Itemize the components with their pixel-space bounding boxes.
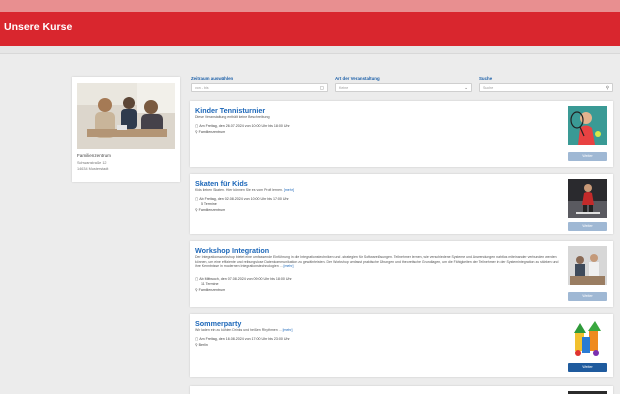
event-type-placeholder: Keine (339, 86, 349, 90)
page-title: Unsere Kurse (4, 21, 73, 33)
organizer-city: 14634 Musterstadt (77, 167, 109, 171)
course-image (568, 106, 607, 145)
calendar-icon: ▢ (195, 124, 199, 128)
organizer-card: Familienzentrum Schwanstraße 12 14634 Mu… (72, 77, 180, 182)
course-description: Der Integrationsworkshop bietet eine umf… (195, 255, 559, 268)
date-range-placeholder: von - bis (195, 86, 209, 90)
course-card: Skaten für Kids Kids lieben Skaten. Hier… (190, 174, 613, 234)
location-pin-icon: ⚲ (195, 208, 198, 212)
course-image (568, 246, 607, 285)
location-pin-icon: ⚲ (195, 130, 198, 134)
search-icon[interactable]: ⚲ (606, 85, 609, 91)
course-title[interactable]: Sommerparty (195, 319, 241, 328)
weiter-button[interactable]: Weiter (568, 152, 607, 161)
organizer-street: Schwanstraße 12 (77, 161, 107, 165)
date-range-input[interactable]: von - bis ▢ (191, 83, 328, 92)
calendar-icon: ▢ (195, 197, 199, 201)
course-title[interactable]: Skaten für Kids (195, 179, 248, 188)
more-link[interactable]: [mehr] (284, 264, 294, 268)
course-count: 5 Termine (201, 202, 217, 206)
page-header: Unsere Kurse (0, 12, 620, 46)
course-description: Wir laden ein zu kühlen Drinks und heiße… (195, 328, 293, 332)
zeitraum-label: Zeitraum auswählen (191, 76, 234, 81)
course-card: Sommerparty Wir laden ein zu kühlen Drin… (190, 314, 613, 377)
weiter-button[interactable]: Weiter (568, 292, 607, 301)
more-link[interactable]: [mehr] (284, 188, 294, 192)
course-date: ▢ Am Freitag, den 16.08.2024 von 17:00 U… (195, 337, 290, 341)
organizer-name: Familienzentrum (77, 153, 111, 158)
organizer-photo (77, 83, 175, 149)
course-description: Diese Veranstaltung enthält keine Beschr… (195, 115, 270, 119)
art-label: Art der Veranstaltung (335, 76, 380, 81)
more-link[interactable]: [mehr] (283, 328, 293, 332)
course-location: ⚲ Familienzentrum (195, 130, 226, 134)
course-image (568, 179, 607, 218)
weiter-button[interactable]: Weiter (568, 363, 607, 372)
course-location: ⚲ Berlin (195, 343, 208, 347)
course-title[interactable]: Workshop Integration (195, 246, 269, 255)
search-placeholder: Suche (483, 86, 494, 90)
course-date: ▢ Am Freitag, den 26.07.2024 von 10:00 U… (195, 124, 290, 128)
weiter-button[interactable]: Weiter (568, 222, 607, 231)
course-count: 11 Termine (201, 282, 219, 286)
course-card: Workshop Integration Der Integrationswor… (190, 241, 613, 307)
calendar-icon: ▢ (195, 277, 199, 281)
event-type-select[interactable]: Keine ⌄ (335, 83, 472, 92)
course-description: Kids lieben Skaten. Hier können Sie es v… (195, 188, 294, 192)
course-location: ⚲ Familienzentrum (195, 208, 226, 212)
top-strip (0, 0, 620, 12)
calendar-icon[interactable]: ▢ (320, 85, 324, 91)
course-date: ▢ Ab Mittwoch, den 07.08.2024 von 09:00 … (195, 277, 292, 281)
location-pin-icon: ⚲ (195, 343, 198, 347)
course-card: Kinder Tennisturnier Diese Veranstaltung… (190, 101, 613, 167)
course-image (568, 319, 607, 358)
sub-header-bar (0, 46, 620, 54)
search-input[interactable]: Suche ⚲ (479, 83, 613, 92)
course-title[interactable]: Kinder Tennisturnier (195, 106, 265, 115)
chevron-down-icon: ⌄ (464, 85, 468, 90)
course-card-partial (190, 386, 613, 394)
calendar-icon: ▢ (195, 337, 199, 341)
course-location: ⚲ Familienzentrum (195, 288, 226, 292)
course-date: ▢ Ab Freitag, den 02.08.2024 von 10:00 U… (195, 197, 289, 201)
location-pin-icon: ⚲ (195, 288, 198, 292)
search-label: Suche (479, 76, 493, 81)
